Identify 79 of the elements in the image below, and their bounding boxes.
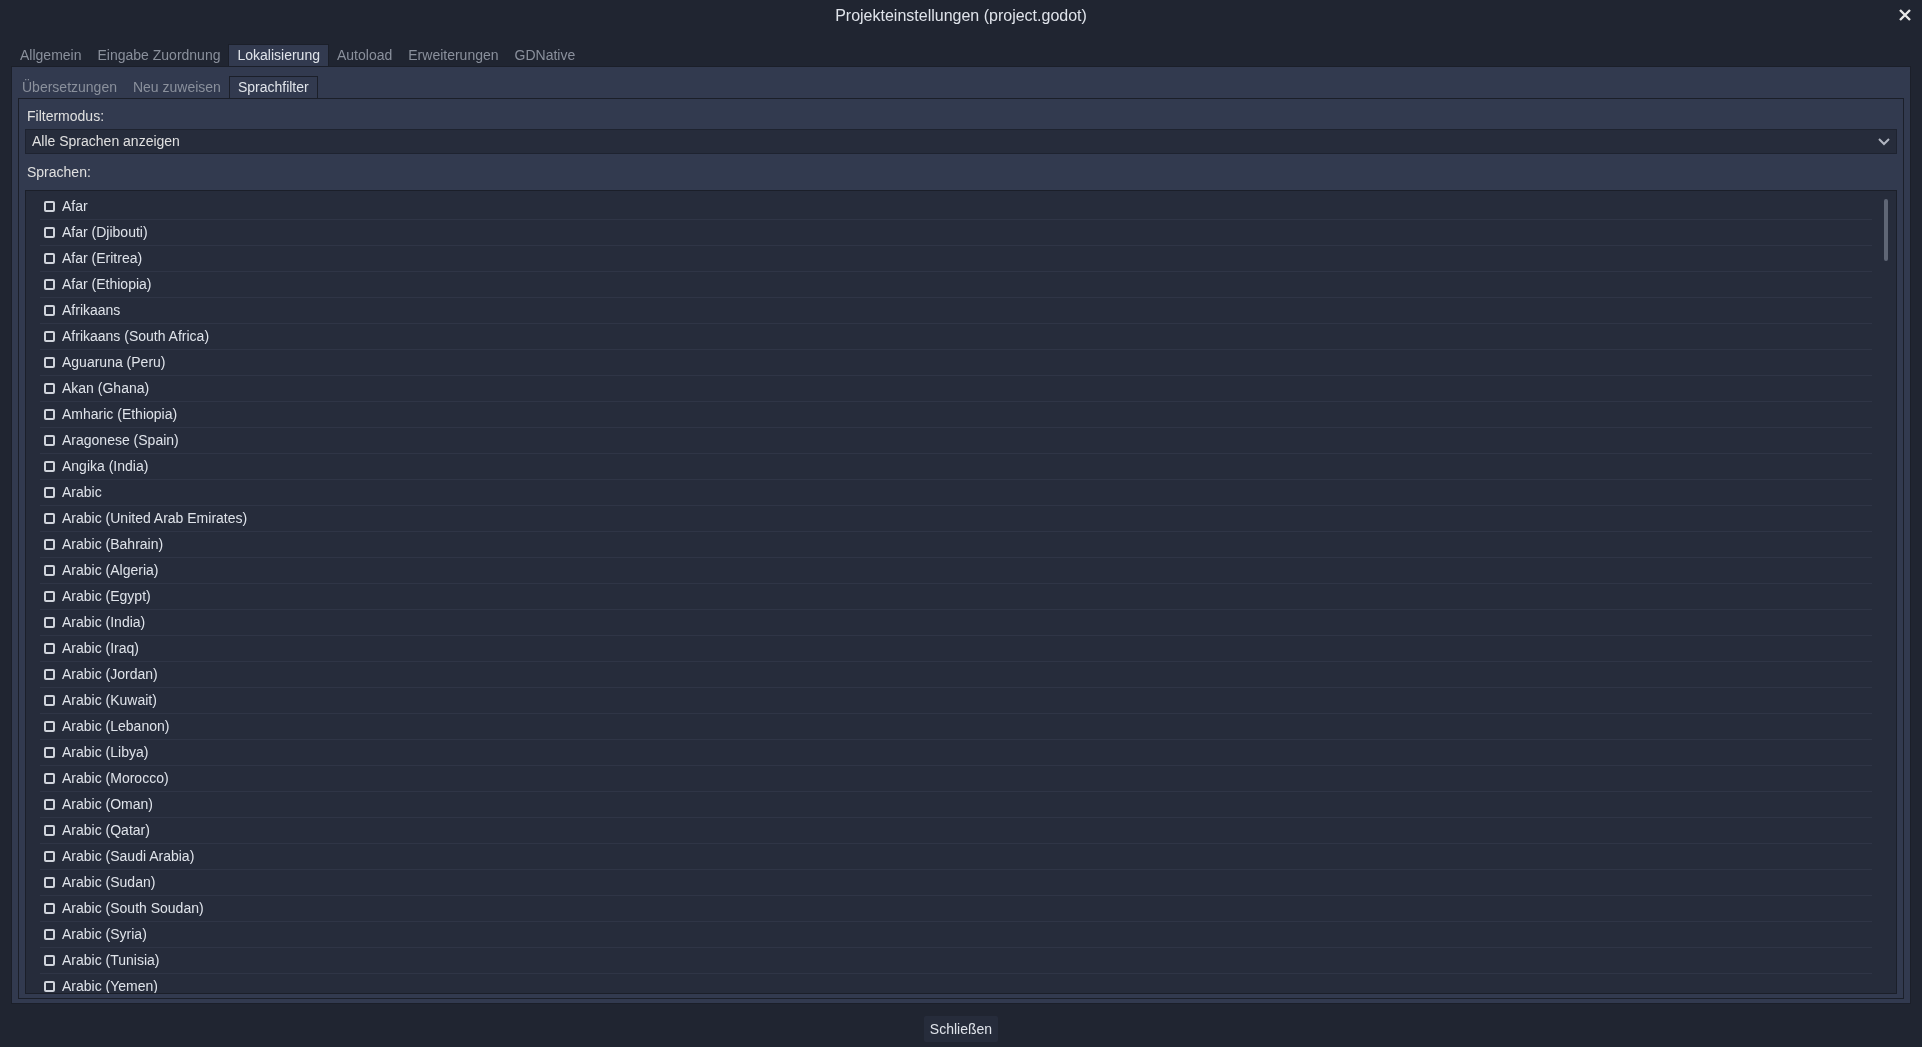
checkbox[interactable] [44, 669, 55, 680]
language-name: Afar (Eritrea) [62, 249, 143, 268]
language-name: Arabic (Egypt) [62, 587, 151, 606]
language-name: Arabic (Kuwait) [62, 691, 157, 710]
language-name: Angika (India) [62, 457, 149, 476]
checkbox[interactable] [44, 279, 55, 290]
filter-mode-dropdown[interactable]: Alle Sprachen anzeigen [25, 129, 1897, 154]
checkbox[interactable] [44, 201, 55, 212]
language-name: Amharic (Ethiopia) [62, 405, 178, 424]
checkbox[interactable] [44, 617, 55, 628]
checkbox[interactable] [44, 955, 55, 966]
language-name: Arabic (India) [62, 613, 146, 632]
checkbox[interactable] [44, 565, 55, 576]
language-name: Afar [62, 197, 88, 216]
window-title: Projekteinstellungen (project.godot) [835, 6, 1087, 26]
tab[interactable]: GDNative [506, 45, 584, 66]
languages-label: Sprachen: [26, 163, 92, 182]
checkbox[interactable] [44, 227, 55, 238]
checkbox[interactable] [44, 825, 55, 836]
language-name: Arabic (United Arab Emirates) [62, 509, 248, 528]
tab[interactable]: Eingabe Zuordnung [89, 45, 229, 66]
language-name: Arabic (Morocco) [62, 769, 169, 788]
checkbox[interactable] [44, 591, 55, 602]
checkbox[interactable] [44, 487, 55, 498]
close-dialog-button[interactable]: Schließen [923, 1016, 999, 1042]
language-name: Aguaruna (Peru) [62, 353, 166, 372]
checkbox[interactable] [44, 773, 55, 784]
language-name: Arabic (Libya) [62, 743, 149, 762]
language-name: Arabic (South Soudan) [62, 899, 204, 918]
checkbox[interactable] [44, 851, 55, 862]
checkbox[interactable] [44, 721, 55, 732]
checkbox[interactable] [44, 409, 55, 420]
tab[interactable]: Neu zuweisen [124, 77, 229, 98]
checkbox[interactable] [44, 877, 55, 888]
checkbox[interactable] [44, 357, 55, 368]
language-name: Arabic [62, 483, 102, 502]
chevron-down-icon [1878, 137, 1890, 146]
checkbox[interactable] [44, 461, 55, 472]
checkbox[interactable] [44, 695, 55, 706]
checkbox[interactable] [44, 799, 55, 810]
language-name: Afrikaans (South Africa) [62, 327, 210, 346]
language-name: Arabic (Oman) [62, 795, 154, 814]
language-name: Arabic (Qatar) [62, 821, 150, 840]
tab[interactable]: Übersetzungen [14, 77, 125, 98]
tab[interactable]: Sprachfilter [228, 76, 318, 98]
tab[interactable]: Erweiterungen [400, 45, 507, 66]
language-name: Arabic (Lebanon) [62, 717, 170, 736]
filter-mode-label: Filtermodus: [26, 107, 106, 126]
language-name: Arabic (Syria) [62, 925, 147, 944]
language-name: Arabic (Sudan) [62, 873, 156, 892]
tab[interactable]: Autoload [329, 45, 401, 66]
checkbox[interactable] [44, 513, 55, 524]
checkbox[interactable] [44, 331, 55, 342]
language-name: Arabic (Bahrain) [62, 535, 164, 554]
checkbox[interactable] [44, 253, 55, 264]
language-name: Afar (Djibouti) [62, 223, 148, 242]
checkbox[interactable] [44, 305, 55, 316]
checkbox[interactable] [44, 929, 55, 940]
checkbox[interactable] [44, 643, 55, 654]
language-name: Arabic (Saudi Arabia) [62, 847, 195, 866]
checkbox[interactable] [44, 981, 55, 992]
language-name: Arabic (Tunisia) [62, 951, 160, 970]
language-name: Arabic (Algeria) [62, 561, 159, 580]
checkbox[interactable] [44, 383, 55, 394]
language-name: Aragonese (Spain) [62, 431, 179, 450]
tab[interactable]: Lokalisierung [228, 44, 329, 66]
language-name: Arabic (Yemen) [62, 977, 158, 993]
scrollbar[interactable] [1884, 199, 1888, 261]
language-name: Afrikaans [62, 301, 121, 320]
language-name: Afar (Ethiopia) [62, 275, 152, 294]
checkbox[interactable] [44, 539, 55, 550]
language-name: Arabic (Jordan) [62, 665, 158, 684]
language-name: Akan (Ghana) [62, 379, 150, 398]
checkbox[interactable] [44, 747, 55, 758]
checkbox[interactable] [44, 903, 55, 914]
close-icon [1898, 8, 1912, 22]
language-name: Arabic (Iraq) [62, 639, 140, 658]
checkbox[interactable] [44, 435, 55, 446]
tab[interactable]: Allgemein [12, 45, 90, 66]
